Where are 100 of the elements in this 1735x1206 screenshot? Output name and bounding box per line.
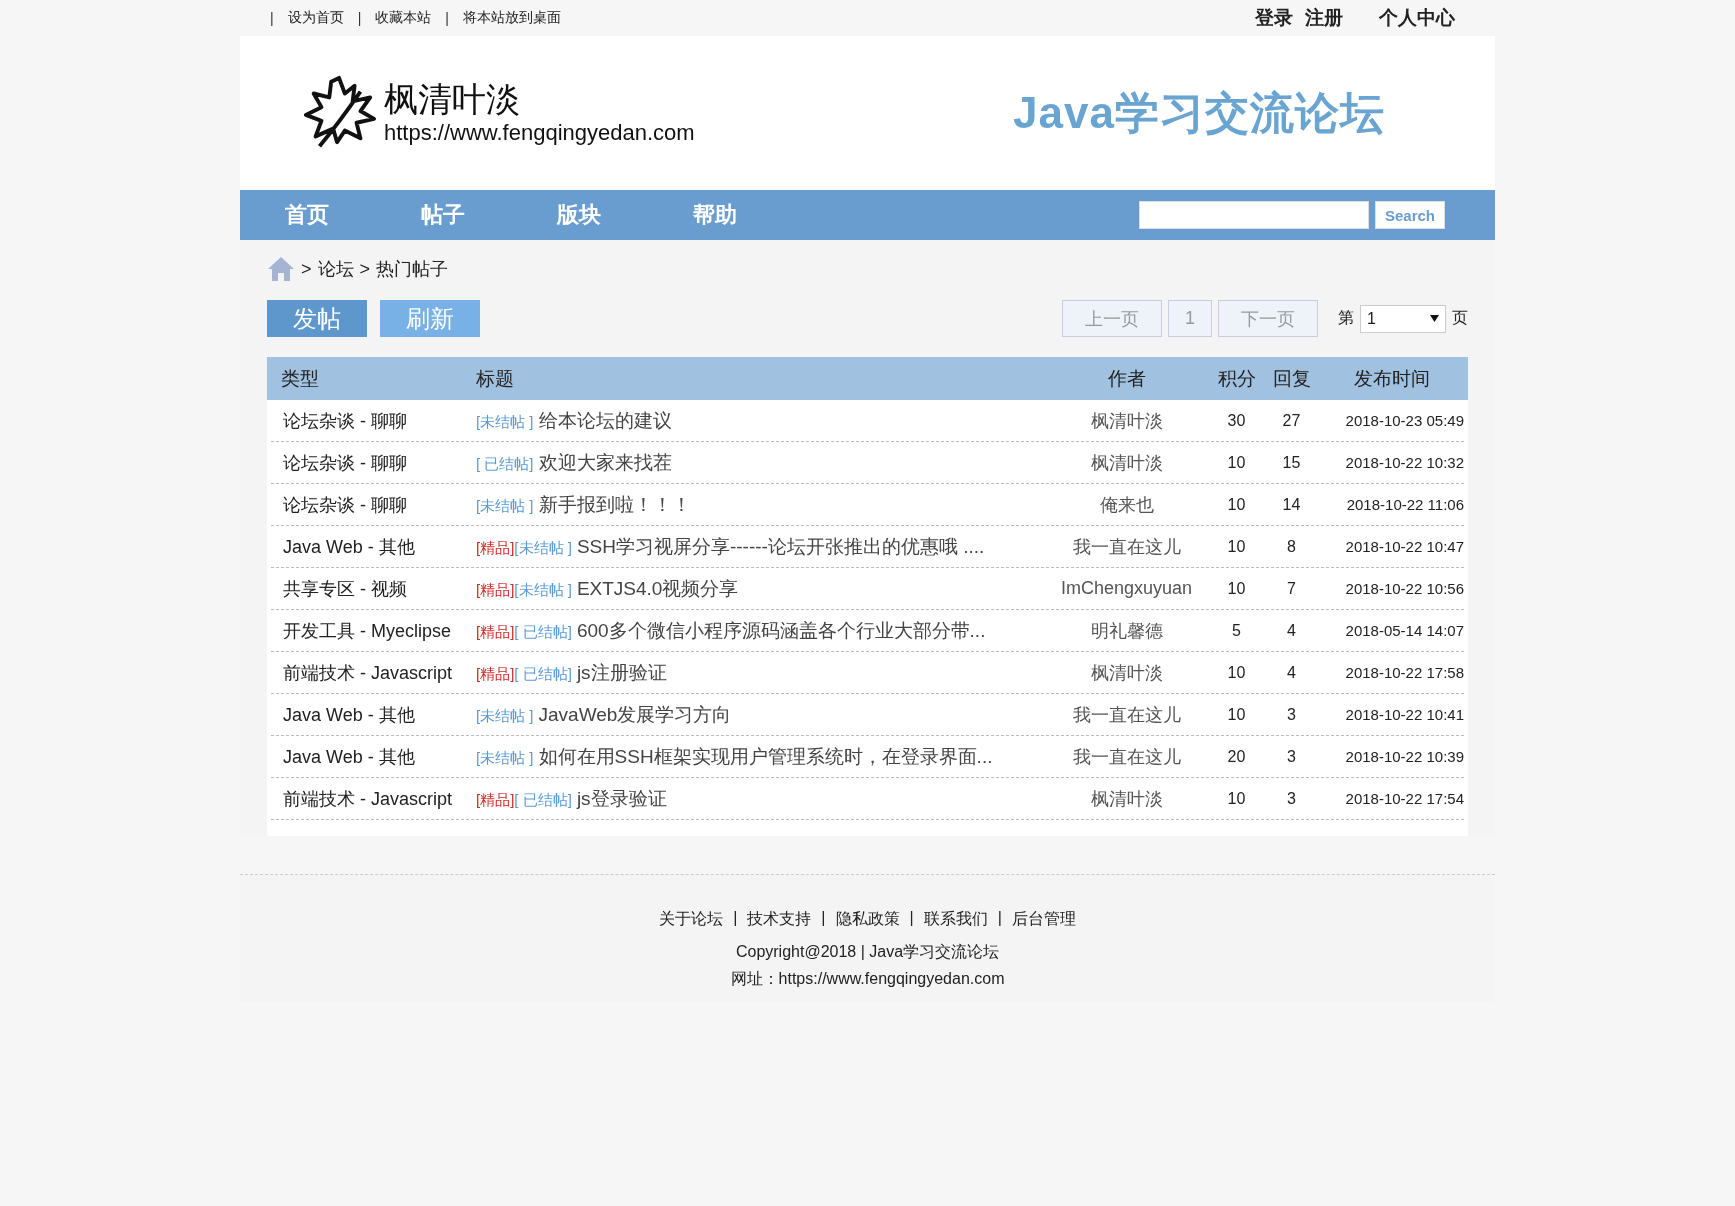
breadcrumb-link[interactable]: 热门帖子 [376, 257, 449, 281]
table-cell-text: 共享专区 - 视频 [282, 577, 408, 601]
column-header: 回复 [1271, 366, 1312, 391]
table-cell-text: 10 [1226, 537, 1247, 556]
site-address: 网址：https://www.fengqingyedan.com [730, 969, 1005, 989]
post-title-link[interactable]: 欢迎大家来找茬 [538, 451, 672, 473]
table-cell-text: 10 [1226, 789, 1247, 808]
footer-link[interactable]: 联系我们 [923, 909, 988, 930]
user-center-link[interactable]: 个人中心 [1379, 5, 1455, 31]
table-cell-text: 3 [1286, 705, 1297, 724]
page-select[interactable]: 1 [1360, 304, 1446, 333]
table-cell-text: 我一直在这儿 [1071, 745, 1182, 769]
home-icon[interactable] [267, 256, 295, 282]
table-cell-text: 10 [1226, 579, 1247, 598]
table-cell-text: 8 [1286, 537, 1297, 556]
post-tag: [未结帖 ] [514, 538, 572, 556]
table-cell-text: 枫清叶淡 [1089, 451, 1164, 475]
account-link[interactable]: 登录 [1255, 5, 1293, 31]
table-cell-text: 4 [1286, 621, 1297, 640]
search-field[interactable] [1138, 201, 1369, 229]
post-tag: [ 已结帖] [514, 790, 572, 808]
table-cell-text: 10 [1226, 663, 1247, 682]
post-tag: [未结帖 ] [476, 412, 534, 430]
table-cell-text: 2018-10-22 10:39 [1344, 748, 1464, 765]
post-title-link[interactable]: SSH学习视屏分享------论坛开张推出的优惠哦 .... [576, 535, 985, 557]
post-title-link[interactable]: 如何在用SSH框架实现用户管理系统时，在登录界面... [538, 745, 993, 767]
column-header: 类型 [280, 366, 320, 391]
site-slogan: Java学习交流论坛 [1013, 86, 1385, 139]
table-cell-text: 27 [1281, 411, 1302, 430]
table-cell-text: 枫清叶淡 [1089, 661, 1164, 685]
table-cell-text: 3 [1286, 747, 1297, 766]
column-header: 发布时间 [1352, 366, 1431, 391]
page-label: 页 [1452, 308, 1468, 328]
table-cell-text: Java Web - 其他 [282, 745, 416, 769]
table-cell-text: Java Web - 其他 [282, 703, 416, 727]
separator: | [357, 10, 362, 26]
table-cell-text: 20 [1226, 747, 1247, 766]
table-cell-text: Java Web - 其他 [282, 535, 416, 559]
table-cell-text: 2018-10-22 10:47 [1344, 538, 1464, 555]
breadcrumb-separator: > [301, 258, 312, 280]
table-cell-text: 2018-10-22 10:41 [1344, 706, 1464, 723]
table-cell-text: 2018-10-22 10:32 [1344, 454, 1464, 471]
top-link[interactable]: 设为首页 [287, 9, 344, 27]
footer-link[interactable]: 后台管理 [1011, 909, 1076, 930]
post-title-link[interactable]: 给本论坛的建议 [538, 409, 672, 431]
post-tag: [精品] [476, 538, 515, 556]
table-cell-text: 2018-05-14 14:07 [1344, 622, 1464, 639]
table-cell-text: ImChengxuyuan [1059, 578, 1194, 599]
table-cell-text: 2018-10-23 05:49 [1344, 412, 1464, 429]
top-link[interactable]: 将本站放到桌面 [462, 9, 561, 27]
column-header: 作者 [1106, 366, 1147, 391]
top-link[interactable]: 收藏本站 [375, 9, 432, 27]
table-cell-text: 俺来也 [1098, 493, 1155, 517]
table-cell-text: 论坛杂谈 - 聊聊 [282, 409, 408, 433]
post-title-link[interactable]: 新手报到啦！！！ [538, 493, 691, 515]
table-cell-text: 10 [1226, 705, 1247, 724]
table-cell-text: 10 [1226, 453, 1247, 472]
table-cell-text: 前端技术 - Javascript [282, 787, 454, 811]
account-link[interactable]: 注册 [1305, 5, 1343, 31]
table-cell-text: 枫清叶淡 [1089, 787, 1164, 811]
separator: | [821, 909, 826, 928]
post-tag: [未结帖 ] [476, 496, 534, 514]
separator: | [445, 10, 449, 26]
footer-link[interactable]: 技术支持 [747, 909, 812, 930]
post-title-link[interactable]: 600多个微信小程序源码涵盖各个行业大部分带... [576, 619, 986, 641]
table-cell-text: 30 [1226, 411, 1247, 430]
footer-link[interactable]: 隐私政策 [835, 909, 900, 930]
table-cell-text: 3 [1286, 789, 1297, 808]
table-cell-text: 我一直在这儿 [1071, 703, 1182, 727]
table-cell-text: 明礼馨德 [1089, 619, 1164, 643]
post-title-link[interactable]: js注册验证 [576, 661, 667, 683]
table-cell-text: 我一直在这儿 [1071, 535, 1182, 559]
table-cell-text: 7 [1286, 579, 1297, 598]
column-header: 积分 [1216, 366, 1257, 391]
table-cell-text: 4 [1286, 663, 1297, 682]
table-cell-text: 14 [1281, 495, 1302, 514]
site-name: 枫清叶淡 [384, 80, 521, 120]
table-cell-text: 5 [1231, 621, 1242, 640]
table-cell-text: 论坛杂谈 - 聊聊 [282, 493, 408, 517]
copyright-text: Copyright@2018 | Java学习交流论坛 [735, 942, 1000, 962]
post-tag: [未结帖 ] [514, 580, 572, 598]
post-tag: [ 已结帖] [514, 664, 572, 682]
post-title-link[interactable]: JavaWeb发展学习方向 [538, 703, 732, 725]
column-header: 标题 [476, 366, 515, 391]
page-label: 第 [1338, 308, 1354, 328]
table-cell-text: 前端技术 - Javascript [282, 661, 454, 685]
table-cell-text: 开发工具 - Myeclipse [282, 619, 453, 643]
separator: | [733, 909, 738, 928]
post-tag: [ 已结帖] [476, 454, 534, 472]
table-cell-text: 2018-10-22 10:56 [1344, 580, 1464, 597]
dropdown-caret-icon [1430, 315, 1439, 322]
table-cell-text: 15 [1281, 453, 1302, 472]
footer-link[interactable]: 关于论坛 [659, 909, 724, 930]
breadcrumb-link[interactable]: 论坛 [317, 257, 354, 281]
post-title-link[interactable]: js登录验证 [576, 787, 667, 809]
table-cell-text: 2018-10-22 17:54 [1344, 790, 1464, 807]
post-tag: [精品] [476, 580, 515, 598]
table-cell-text: 论坛杂谈 - 聊聊 [282, 451, 408, 475]
table-cell-text: 2018-10-22 11:06 [1345, 496, 1464, 513]
post-title-link[interactable]: EXTJS4.0视频分享 [576, 577, 739, 599]
